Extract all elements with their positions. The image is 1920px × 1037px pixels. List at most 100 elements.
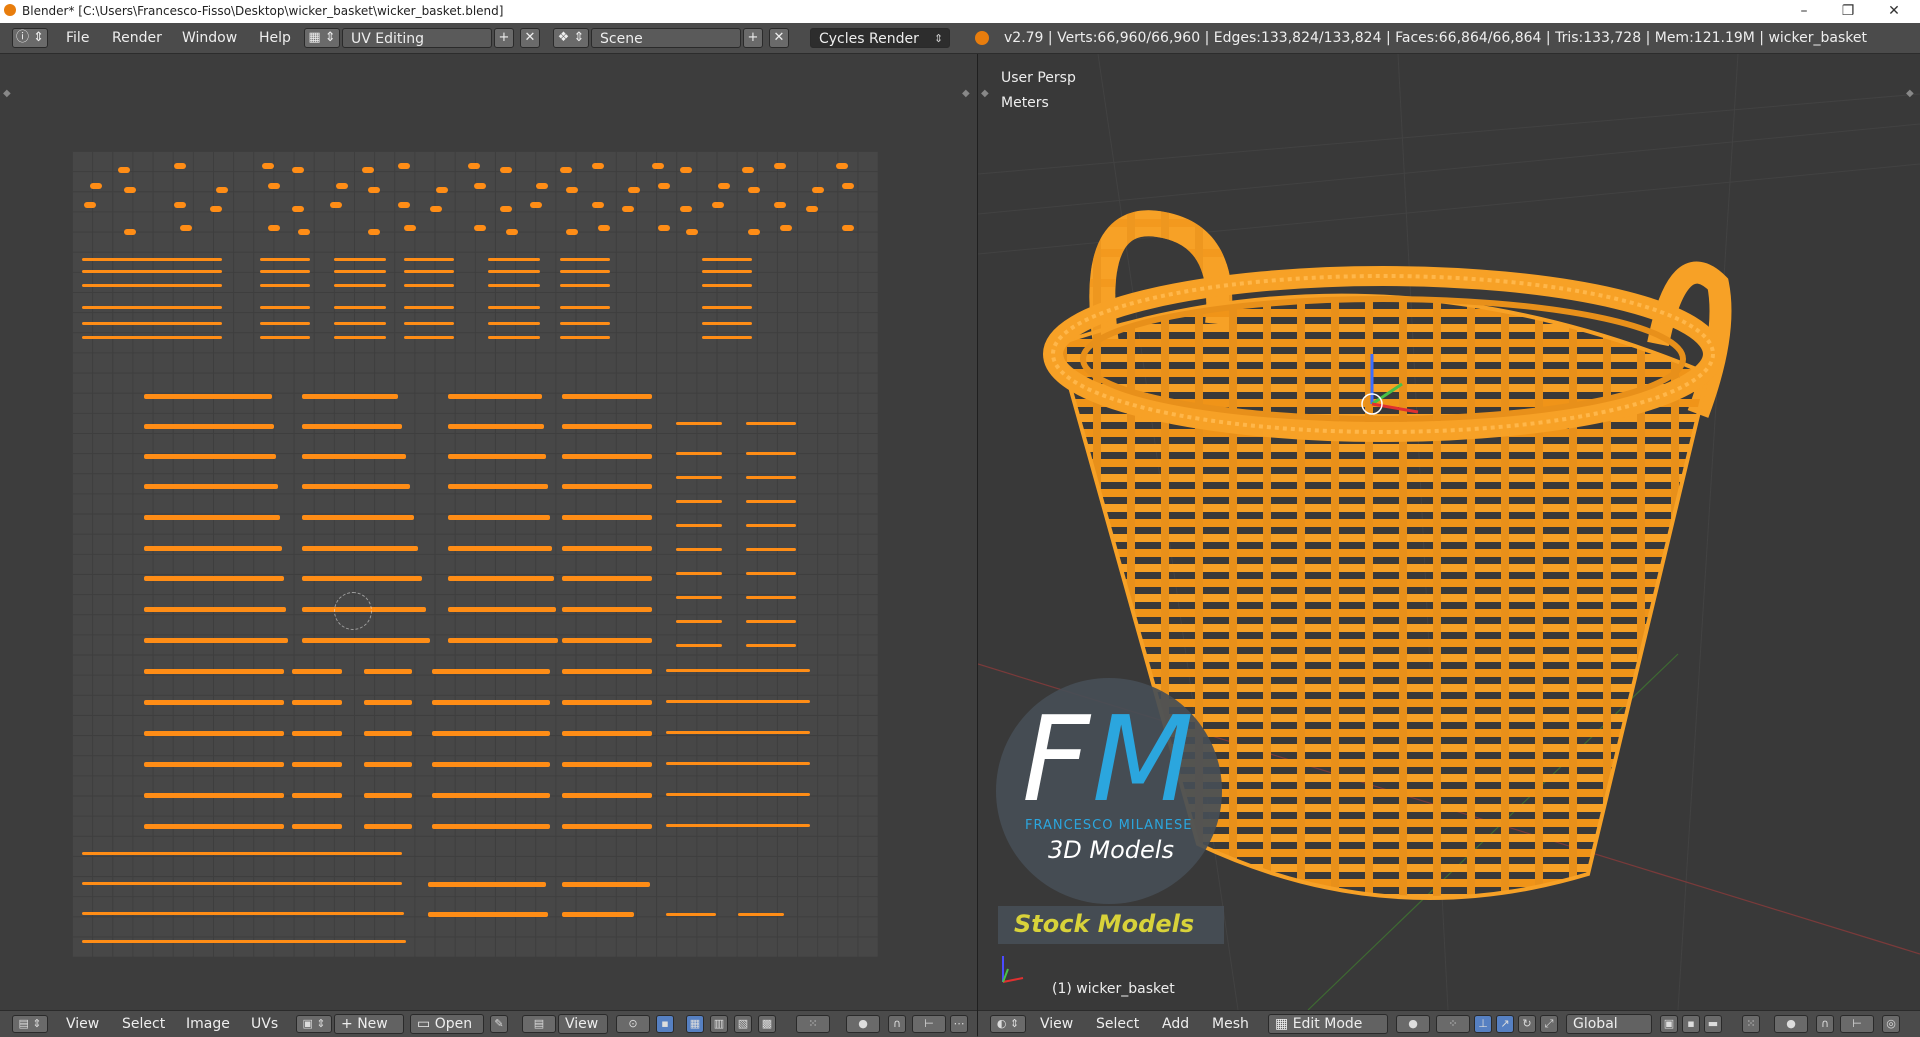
new-image-button[interactable]: + New bbox=[334, 1014, 404, 1034]
toolshelf-expand-icon[interactable]: ◆ bbox=[3, 88, 11, 99]
image-browse-icon[interactable]: ▣ ⇕ bbox=[296, 1015, 332, 1033]
uv-island bbox=[448, 484, 548, 489]
occlude-geometry-icon[interactable]: ⁙ bbox=[1742, 1015, 1760, 1033]
uv-menu-uvs[interactable]: UVs bbox=[251, 1016, 278, 1032]
editor-type-3d-icon[interactable]: ◐ ⇕ bbox=[990, 1015, 1026, 1033]
uv-island bbox=[292, 167, 304, 173]
image-mode-icon[interactable]: ▤ bbox=[522, 1015, 556, 1033]
uv-island bbox=[292, 762, 342, 767]
uv-island bbox=[448, 546, 552, 551]
pin-icon[interactable]: ✎ bbox=[490, 1015, 508, 1033]
uv-island bbox=[172, 306, 222, 309]
uv-menu-view[interactable]: View bbox=[66, 1016, 99, 1032]
properties-expand-icon[interactable]: ◆ bbox=[1906, 88, 1914, 99]
transform-orientation-select[interactable]: Global bbox=[1566, 1014, 1652, 1034]
scene-field[interactable]: Scene bbox=[591, 28, 741, 48]
uv-island bbox=[448, 454, 546, 459]
uv-island bbox=[144, 576, 284, 581]
vp-menu-view[interactable]: View bbox=[1040, 1016, 1073, 1032]
menu-window[interactable]: Window bbox=[182, 30, 237, 46]
delete-screen-icon[interactable]: ✕ bbox=[520, 28, 540, 48]
vp-menu-add[interactable]: Add bbox=[1162, 1016, 1189, 1032]
edge-select-icon[interactable]: ▦ bbox=[686, 1015, 704, 1033]
pivot-point-icon[interactable]: ⁘ bbox=[1436, 1015, 1470, 1033]
layers-icon[interactable]: ▣ bbox=[1660, 1015, 1678, 1033]
open-image-button[interactable]: ▭ Open bbox=[410, 1014, 484, 1034]
snap-target-icon[interactable]: ⊢ bbox=[912, 1015, 946, 1033]
uv-menu-select[interactable]: Select bbox=[122, 1016, 165, 1032]
translate-manipulator-icon[interactable]: ↗ bbox=[1496, 1015, 1514, 1033]
plus-icon: + bbox=[341, 1016, 358, 1032]
uv-island bbox=[404, 270, 454, 273]
vertex-select-icon[interactable]: ▪ bbox=[656, 1015, 674, 1033]
minimize-button[interactable]: – bbox=[1782, 0, 1826, 23]
uv-island bbox=[474, 183, 486, 189]
editor-type-info-icon[interactable]: ⓘ ⇕ bbox=[12, 28, 48, 48]
maximize-button[interactable]: ❐ bbox=[1826, 0, 1870, 23]
menu-render[interactable]: Render bbox=[112, 30, 162, 46]
uv-island bbox=[702, 258, 752, 261]
menu-help[interactable]: Help bbox=[259, 30, 291, 46]
uv-island bbox=[702, 336, 752, 339]
delete-scene-icon[interactable]: ✕ bbox=[769, 28, 789, 48]
uv-island bbox=[302, 638, 430, 643]
uv-island bbox=[398, 163, 410, 169]
face-select-icon[interactable]: ▥ bbox=[710, 1015, 728, 1033]
uv-island bbox=[474, 225, 486, 231]
uv-island bbox=[302, 546, 418, 551]
editor-type-image-icon[interactable]: ▤ ⇕ bbox=[12, 1015, 48, 1033]
uv-island bbox=[666, 762, 810, 765]
uv-island bbox=[84, 202, 96, 208]
chevron-updown-icon: ⇕ bbox=[934, 32, 944, 45]
snap-target-icon[interactable]: ⊢ bbox=[1840, 1015, 1874, 1033]
view-mode-select[interactable]: View bbox=[558, 1014, 608, 1034]
edge-mode-icon[interactable]: ▬ bbox=[1704, 1015, 1722, 1033]
add-scene-icon[interactable]: + bbox=[743, 28, 763, 48]
add-screen-icon[interactable]: + bbox=[494, 28, 514, 48]
vertex-mode-icon[interactable]: ▪ bbox=[1682, 1015, 1700, 1033]
open-image-label: Open bbox=[434, 1016, 473, 1032]
vp-menu-select[interactable]: Select bbox=[1096, 1016, 1139, 1032]
3d-view-header: ◐ ⇕ View Select Add Mesh ▦ Edit Mode ● ⁘… bbox=[978, 1010, 1920, 1037]
close-window-button[interactable]: ✕ bbox=[1872, 0, 1916, 23]
uv-island bbox=[334, 336, 386, 339]
snap-icon[interactable]: ⁙ bbox=[796, 1015, 830, 1033]
uv-island bbox=[302, 576, 422, 581]
screen-layout-field[interactable]: UV Editing bbox=[342, 28, 492, 48]
lock-icon[interactable]: ⋯ bbox=[950, 1015, 968, 1033]
scale-manipulator-icon[interactable]: ⤢ bbox=[1540, 1015, 1558, 1033]
uv-island bbox=[82, 336, 186, 339]
magnet-icon[interactable]: ∩ bbox=[1816, 1015, 1834, 1033]
uv-island bbox=[676, 476, 722, 479]
uv-island bbox=[368, 229, 380, 235]
proportional-edit-icon[interactable]: ● bbox=[1774, 1015, 1808, 1033]
proportional-edit-icon[interactable]: ● bbox=[846, 1015, 880, 1033]
uv-island bbox=[658, 225, 670, 231]
vp-menu-mesh[interactable]: Mesh bbox=[1212, 1016, 1249, 1032]
uv-island bbox=[562, 454, 652, 459]
properties-expand-icon[interactable]: ◆ bbox=[962, 88, 970, 99]
uv-island bbox=[666, 913, 716, 916]
uv-island bbox=[702, 322, 752, 325]
island-select-icon[interactable]: ▧ bbox=[734, 1015, 752, 1033]
magnet-icon[interactable]: ∩ bbox=[888, 1015, 906, 1033]
uv-island bbox=[260, 270, 310, 273]
uv-menu-image[interactable]: Image bbox=[186, 1016, 230, 1032]
rotate-manipulator-icon[interactable]: ↻ bbox=[1518, 1015, 1536, 1033]
mode-select[interactable]: ▦ Edit Mode bbox=[1268, 1014, 1388, 1034]
render-preview-icon[interactable]: ◎ bbox=[1882, 1015, 1900, 1033]
render-engine-select[interactable]: Cycles Render bbox=[810, 28, 950, 48]
uv-island bbox=[430, 206, 442, 212]
toolshelf-expand-icon[interactable]: ◆ bbox=[981, 88, 989, 99]
uv-island bbox=[746, 500, 796, 503]
shading-solid-icon[interactable]: ● bbox=[1396, 1015, 1430, 1033]
scene-icon[interactable]: ❖ ⇕ bbox=[553, 28, 589, 48]
uv-island bbox=[680, 206, 692, 212]
uv-island bbox=[562, 394, 652, 399]
menu-file[interactable]: File bbox=[66, 30, 89, 46]
uv-island bbox=[144, 515, 280, 520]
sticky-select-icon[interactable]: ▩ bbox=[758, 1015, 776, 1033]
screen-layout-icon[interactable]: ▦ ⇕ bbox=[304, 28, 340, 48]
manipulator-toggle-icon[interactable]: ⊥ bbox=[1474, 1015, 1492, 1033]
pivot-icon[interactable]: ⊙ bbox=[616, 1015, 650, 1033]
